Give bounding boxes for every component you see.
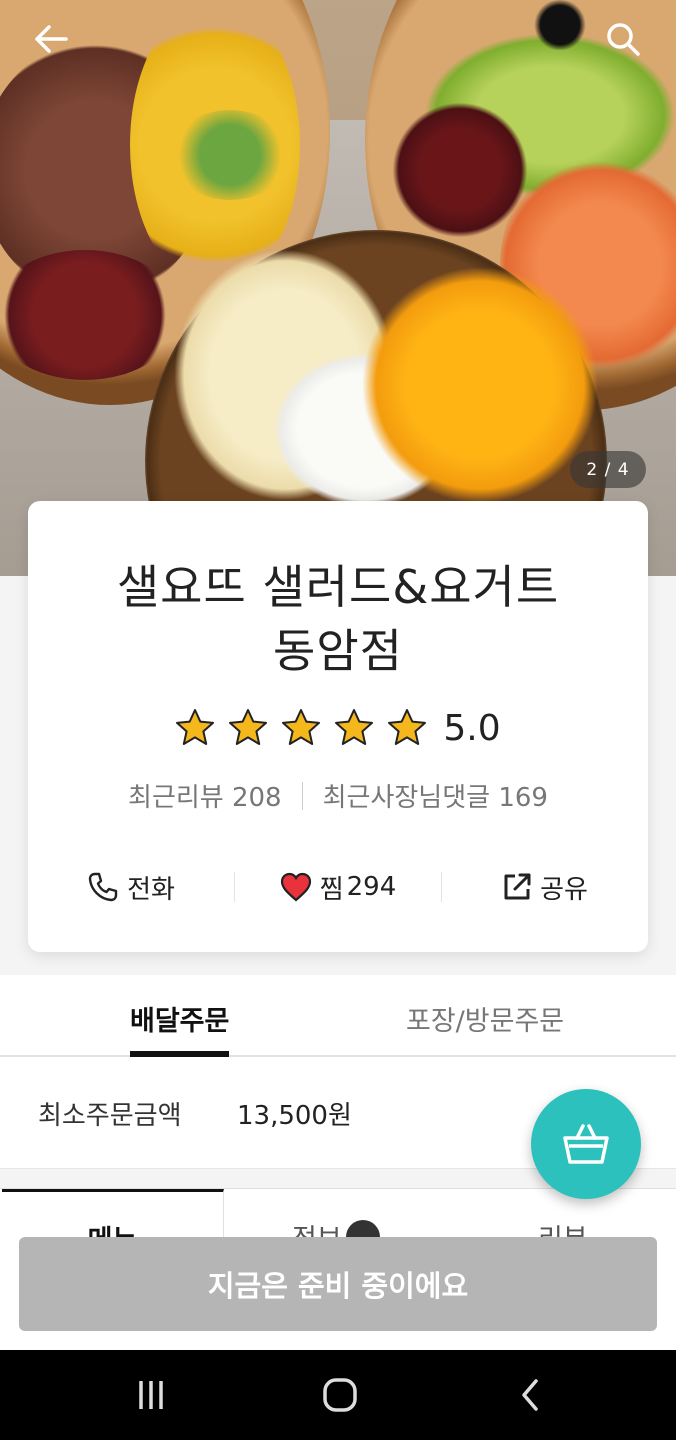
greens: [170, 110, 290, 200]
call-label: 전화: [127, 874, 175, 905]
beans-right: [390, 100, 530, 240]
system-navigation-bar: [0, 1350, 676, 1440]
share-button[interactable]: 공유: [442, 865, 648, 909]
share-label: 공유: [540, 874, 588, 905]
tab-pickup-order[interactable]: 포장/방문주문: [406, 999, 564, 1057]
home-button[interactable]: [320, 1375, 360, 1415]
owner-reply-count[interactable]: 최근사장님댓글 169: [323, 777, 548, 814]
recent-apps-button[interactable]: [131, 1375, 171, 1415]
order-type-tabs: 배달주문 포장/방문주문: [0, 975, 676, 1057]
back-button[interactable]: [26, 14, 76, 64]
image-counter: 2 / 4: [570, 451, 646, 488]
divider: [301, 781, 303, 810]
arrow-left-icon: [35, 25, 68, 53]
heart-icon: [280, 872, 311, 902]
store-photo-carousel[interactable]: 2 / 4: [0, 0, 676, 576]
store-name-line2: 동암점: [273, 624, 403, 678]
rating-value: 5.0: [443, 707, 501, 749]
review-stats: 최근리뷰 208 최근사장님댓글 169: [28, 777, 648, 814]
action-row: 전화 찜 294 공유: [28, 865, 648, 909]
like-button[interactable]: 찜 294: [235, 865, 441, 909]
olive: [530, 0, 590, 50]
cart-button[interactable]: [531, 1089, 641, 1199]
like-count: 294: [346, 872, 397, 902]
star-icon: [176, 709, 215, 745]
share-icon: [504, 873, 531, 900]
store-info-card: 샐요뜨 샐러드&요거트 동암점 5.0 최근리뷰 208 최근사장님댓글 169…: [28, 501, 648, 952]
store-name-line1: 샐요뜨 샐러드&요거트: [116, 560, 560, 614]
star-icon: [229, 709, 268, 745]
tab-delivery-order[interactable]: 배달주문: [130, 999, 230, 1057]
call-button[interactable]: 전화: [28, 865, 234, 909]
recent-apps-icon: [139, 1381, 163, 1409]
star-icon: [282, 709, 321, 745]
chevron-left-icon: [522, 1379, 538, 1411]
min-order-label: 최소주문금액: [38, 1101, 182, 1131]
min-order-value: 13,500원: [237, 1101, 352, 1131]
like-label: 찜: [319, 874, 344, 905]
rating-row: 5.0: [28, 705, 648, 751]
star-icon: [388, 709, 427, 745]
home-icon: [323, 1378, 357, 1412]
recent-review-count[interactable]: 최근리뷰 208: [128, 777, 282, 814]
mango-chunks: [355, 265, 605, 505]
phone-icon: [88, 872, 118, 902]
search-icon: [607, 23, 640, 56]
star-icon: [335, 709, 374, 745]
search-button[interactable]: [598, 14, 648, 64]
store-name: 샐요뜨 샐러드&요거트 동암점: [28, 555, 648, 683]
preparing-status-button[interactable]: 지금은 준비 중이에요: [19, 1237, 657, 1331]
basket-icon: [563, 1124, 609, 1164]
system-back-button[interactable]: [510, 1375, 550, 1415]
